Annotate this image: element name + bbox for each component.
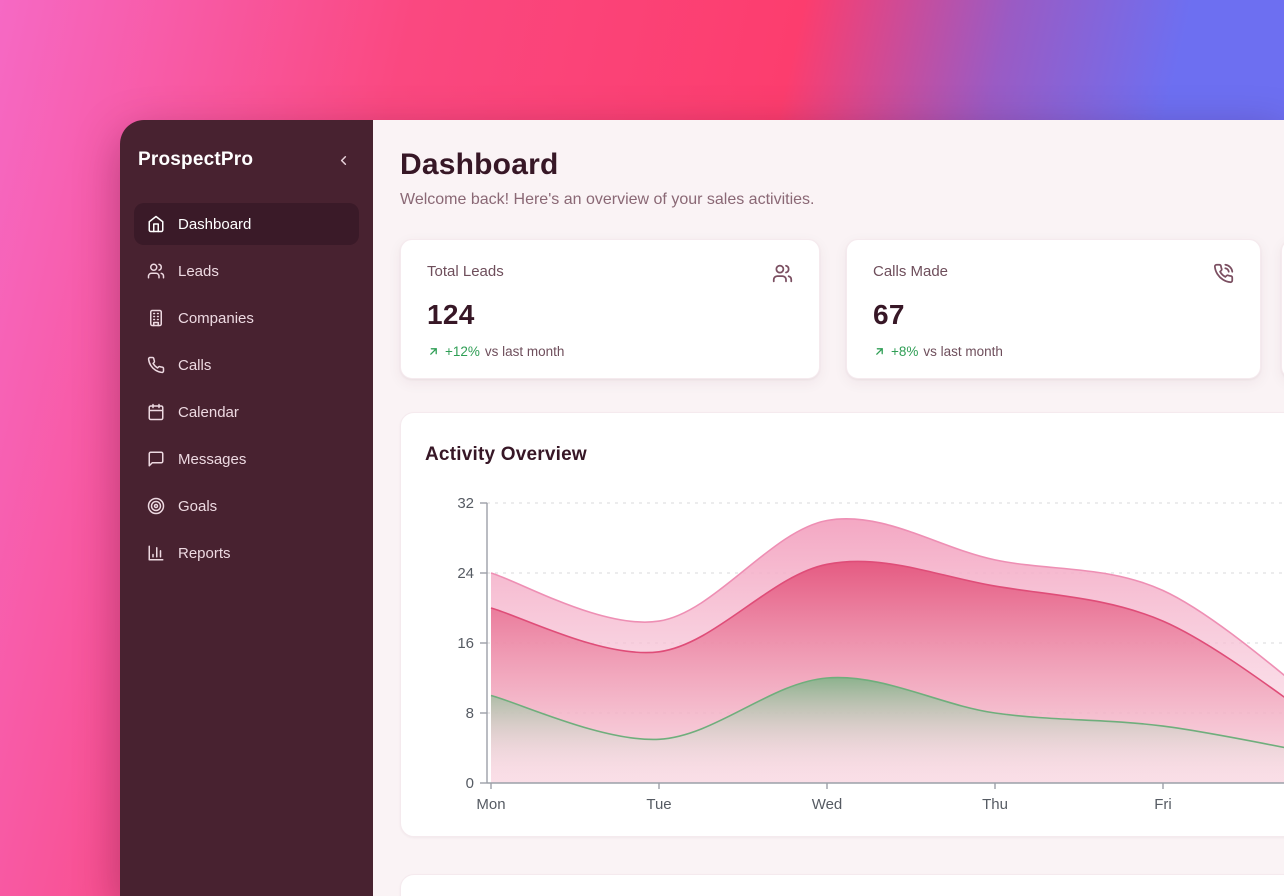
- stats-row: Total Leads 124 +12% vs last month Calls…: [400, 239, 1284, 379]
- sidebar-item-label: Calls: [178, 357, 211, 374]
- sidebar-item-label: Reports: [178, 545, 231, 562]
- page-subtitle: Welcome back! Here's an overview of your…: [400, 191, 1284, 209]
- bar-chart-icon: [147, 544, 165, 562]
- svg-text:Mon: Mon: [476, 796, 505, 813]
- app-window: ProspectPro Dashboard Leads Companies: [120, 120, 1284, 896]
- svg-text:Thu: Thu: [982, 796, 1008, 813]
- stat-label: Calls Made: [873, 263, 948, 280]
- svg-text:0: 0: [466, 775, 474, 792]
- sidebar-item-leads[interactable]: Leads: [134, 250, 359, 292]
- sidebar-item-label: Messages: [178, 451, 246, 468]
- trend-percent: +12%: [445, 344, 480, 359]
- target-icon: [147, 497, 165, 515]
- activity-overview-chart: 0 8 16 24 32 Mon Tue Wed Thu Fri: [401, 413, 1284, 838]
- sidebar-item-label: Calendar: [178, 404, 239, 421]
- app-logo: ProspectPro: [138, 149, 253, 171]
- sidebar-item-calendar[interactable]: Calendar: [134, 391, 359, 433]
- calendar-icon: [147, 403, 165, 421]
- arrow-up-right-icon: [873, 345, 886, 358]
- sidebar-item-goals[interactable]: Goals: [134, 485, 359, 527]
- phone-call-icon: [1213, 263, 1234, 289]
- stat-trend: +8% vs last month: [873, 344, 1234, 359]
- svg-text:Fri: Fri: [1154, 796, 1172, 813]
- trend-note: vs last month: [485, 344, 565, 359]
- stat-value: 124: [427, 299, 793, 331]
- stat-card-total-leads: Total Leads 124 +12% vs last month: [400, 239, 820, 379]
- activity-overview-card: Activity Overview 08162432MonTueWedThuFr…: [400, 412, 1284, 837]
- sidebar-item-dashboard[interactable]: Dashboard: [134, 203, 359, 245]
- stat-value: 67: [873, 299, 1234, 331]
- svg-text:8: 8: [466, 705, 474, 722]
- phone-icon: [147, 356, 165, 374]
- home-icon: [147, 215, 165, 233]
- svg-text:24: 24: [457, 565, 474, 582]
- trend-percent: +8%: [891, 344, 918, 359]
- svg-text:32: 32: [457, 495, 474, 512]
- sidebar-item-label: Companies: [178, 310, 254, 327]
- stat-card-calls-made: Calls Made 67 +8% vs last month: [846, 239, 1261, 379]
- partial-card-bottom: [400, 874, 1284, 896]
- sidebar-collapse-button[interactable]: [331, 148, 355, 172]
- sidebar-item-calls[interactable]: Calls: [134, 344, 359, 386]
- sidebar: ProspectPro Dashboard Leads Companies: [120, 120, 373, 896]
- sidebar-header: ProspectPro: [134, 146, 359, 174]
- sidebar-nav: Dashboard Leads Companies Calls Calendar…: [134, 203, 359, 574]
- svg-text:Tue: Tue: [646, 796, 671, 813]
- chevron-left-icon: [336, 153, 351, 168]
- svg-text:Wed: Wed: [812, 796, 843, 813]
- stat-label: Total Leads: [427, 263, 504, 280]
- sidebar-item-messages[interactable]: Messages: [134, 438, 359, 480]
- stat-trend: +12% vs last month: [427, 344, 793, 359]
- users-icon: [772, 263, 793, 289]
- building-icon: [147, 309, 165, 327]
- svg-text:16: 16: [457, 635, 474, 652]
- users-icon: [147, 262, 165, 280]
- arrow-up-right-icon: [427, 345, 440, 358]
- sidebar-item-label: Leads: [178, 263, 219, 280]
- main-content: Dashboard Welcome back! Here's an overvi…: [373, 120, 1284, 896]
- trend-note: vs last month: [923, 344, 1003, 359]
- page-title: Dashboard: [400, 148, 1284, 182]
- sidebar-item-reports[interactable]: Reports: [134, 532, 359, 574]
- sidebar-item-label: Dashboard: [178, 216, 251, 233]
- sidebar-item-label: Goals: [178, 498, 217, 515]
- message-square-icon: [147, 450, 165, 468]
- sidebar-item-companies[interactable]: Companies: [134, 297, 359, 339]
